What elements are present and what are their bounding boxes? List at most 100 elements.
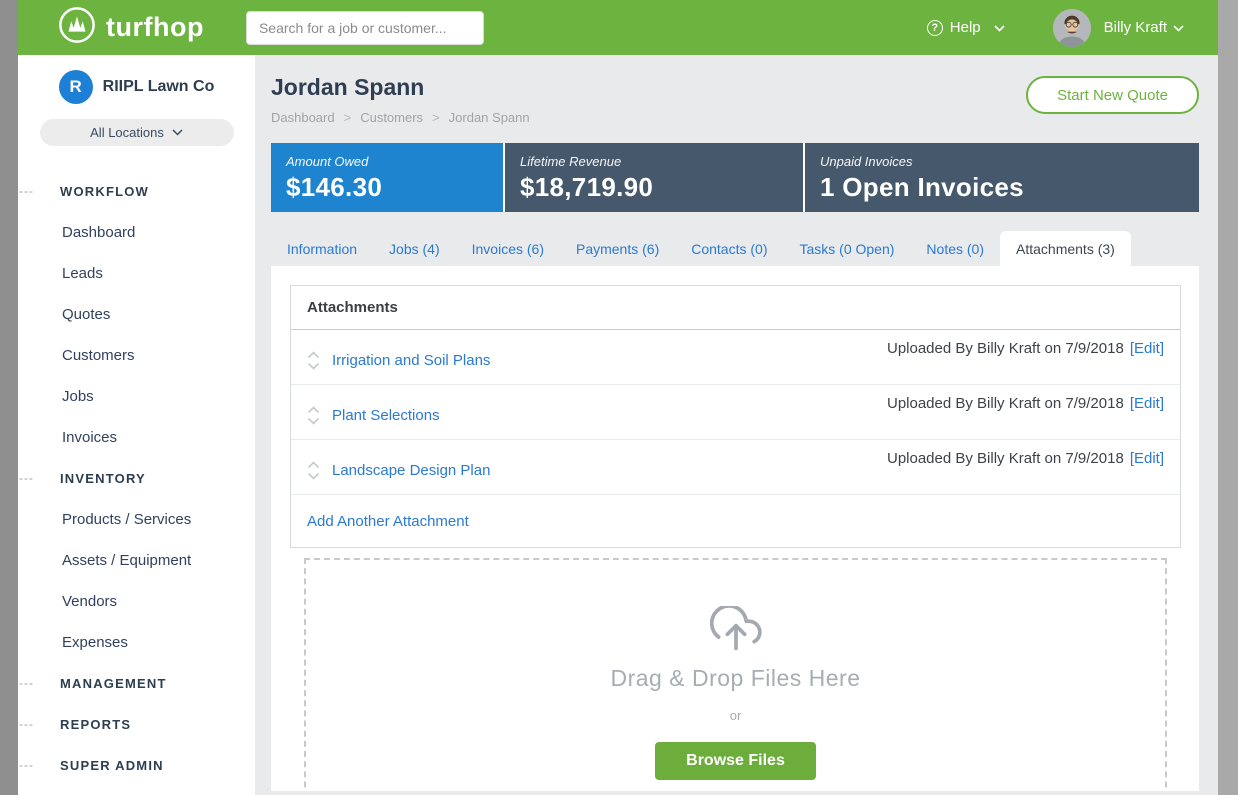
customer-tabs: Information Jobs (4) Invoices (6) Paymen…: [271, 231, 1199, 266]
sidebar-item-vendors[interactable]: Vendors: [18, 581, 255, 622]
start-new-quote-button[interactable]: Start New Quote: [1026, 76, 1199, 114]
section-label: WORKFLOW: [60, 184, 149, 199]
chevron-down-icon[interactable]: [307, 472, 320, 480]
attachment-meta: Uploaded By Billy Kraft on 7/9/2018 [Edit…: [887, 395, 1164, 412]
brand-name: turfhop: [106, 12, 204, 43]
reorder-handles: [307, 406, 320, 425]
chevron-down-icon: [994, 19, 1005, 36]
stat-label: Unpaid Invoices: [820, 154, 1184, 169]
tab-payments[interactable]: Payments (6): [560, 231, 675, 266]
chevron-down-icon: [172, 129, 183, 136]
attachments-box: Attachments Irrigation and Soil Plans Up…: [290, 285, 1181, 548]
sidebar-item-products-services[interactable]: Products / Services: [18, 499, 255, 540]
tab-tasks[interactable]: Tasks (0 Open): [783, 231, 910, 266]
main-content: Jordan Spann Dashboard > Customers > Jor…: [271, 55, 1199, 791]
company-header: R RIIPL Lawn Co: [18, 70, 255, 104]
uploaded-by-text: Uploaded By Billy Kraft on 7/9/2018: [887, 395, 1124, 412]
attachment-row: Plant Selections Uploaded By Billy Kraft…: [291, 385, 1180, 440]
sidebar-nav: --- WORKFLOW Dashboard Leads Quotes Cust…: [18, 171, 255, 786]
chevron-up-icon[interactable]: [307, 406, 320, 414]
section-label: REPORTS: [60, 717, 131, 732]
file-dropzone[interactable]: Drag & Drop Files Here or Browse Files: [304, 558, 1167, 791]
section-label: SUPER ADMIN: [60, 758, 164, 773]
stats-row: Amount Owed $146.30 Lifetime Revenue $18…: [271, 143, 1199, 212]
attachment-row: Landscape Design Plan Uploaded By Billy …: [291, 440, 1180, 495]
attachments-panel: Attachments Irrigation and Soil Plans Up…: [271, 266, 1199, 791]
breadcrumb-current: Jordan Spann: [449, 110, 530, 125]
search-input[interactable]: [246, 11, 484, 45]
sidebar-item-invoices[interactable]: Invoices: [18, 417, 255, 458]
turfhop-grass-icon: [58, 6, 96, 49]
section-dashes: ---: [19, 757, 34, 771]
attachment-link[interactable]: Irrigation and Soil Plans: [332, 352, 490, 369]
stat-value: $146.30: [286, 172, 488, 203]
attachment-link[interactable]: Landscape Design Plan: [332, 462, 490, 479]
section-dashes: ---: [19, 183, 34, 197]
attachment-row: Irrigation and Soil Plans Uploaded By Bi…: [291, 330, 1180, 385]
attachment-meta: Uploaded By Billy Kraft on 7/9/2018 [Edit…: [887, 450, 1164, 467]
breadcrumb-separator: >: [344, 110, 352, 125]
tab-invoices[interactable]: Invoices (6): [456, 231, 560, 266]
attachment-meta: Uploaded By Billy Kraft on 7/9/2018 [Edit…: [887, 340, 1164, 357]
user-menu[interactable]: Billy Kraft: [1104, 19, 1184, 36]
add-attachment-row: Add Another Attachment: [291, 495, 1180, 547]
sidebar: R RIIPL Lawn Co All Locations --- WORKFL…: [18, 55, 255, 795]
nav-section-inventory[interactable]: --- INVENTORY: [18, 458, 255, 499]
stat-value: 1 Open Invoices: [820, 172, 1184, 203]
help-menu[interactable]: ? Help: [927, 19, 1005, 36]
stat-label: Amount Owed: [286, 154, 488, 169]
user-name: Billy Kraft: [1104, 19, 1167, 36]
nav-section-reports[interactable]: --- REPORTS: [18, 704, 255, 745]
sidebar-item-leads[interactable]: Leads: [18, 253, 255, 294]
chevron-up-icon[interactable]: [307, 461, 320, 469]
reorder-handles: [307, 461, 320, 480]
chevron-down-icon: [1173, 19, 1184, 36]
stat-unpaid-invoices: Unpaid Invoices 1 Open Invoices: [805, 143, 1199, 212]
section-dashes: ---: [19, 470, 34, 484]
tab-notes[interactable]: Notes (0): [910, 231, 1000, 266]
location-selector[interactable]: All Locations: [40, 119, 234, 146]
sidebar-item-expenses[interactable]: Expenses: [18, 622, 255, 663]
stat-lifetime-revenue: Lifetime Revenue $18,719.90: [505, 143, 803, 212]
edit-attachment-link[interactable]: [Edit]: [1130, 340, 1164, 357]
page-header: Jordan Spann Dashboard > Customers > Jor…: [271, 55, 1199, 125]
tab-contacts[interactable]: Contacts (0): [675, 231, 783, 266]
sidebar-item-assets-equipment[interactable]: Assets / Equipment: [18, 540, 255, 581]
edit-attachment-link[interactable]: [Edit]: [1130, 450, 1164, 467]
chevron-down-icon[interactable]: [307, 362, 320, 370]
uploaded-by-text: Uploaded By Billy Kraft on 7/9/2018: [887, 450, 1124, 467]
nav-section-super-admin[interactable]: --- SUPER ADMIN: [18, 745, 255, 786]
breadcrumb-customers[interactable]: Customers: [360, 110, 423, 125]
window-left-strip: [0, 0, 18, 795]
avatar[interactable]: [1053, 9, 1091, 47]
tab-information[interactable]: Information: [271, 231, 373, 266]
brand-logo[interactable]: turfhop: [58, 6, 204, 49]
chevron-up-icon[interactable]: [307, 351, 320, 359]
section-label: MANAGEMENT: [60, 676, 167, 691]
attachments-box-title: Attachments: [291, 286, 1180, 330]
sidebar-item-customers[interactable]: Customers: [18, 335, 255, 376]
browse-files-button[interactable]: Browse Files: [655, 742, 816, 780]
company-name: RIIPL Lawn Co: [103, 78, 215, 96]
uploaded-by-text: Uploaded By Billy Kraft on 7/9/2018: [887, 340, 1124, 357]
add-another-attachment-link[interactable]: Add Another Attachment: [307, 513, 469, 530]
nav-section-workflow[interactable]: --- WORKFLOW: [18, 171, 255, 212]
tab-jobs[interactable]: Jobs (4): [373, 231, 456, 266]
chevron-down-icon[interactable]: [307, 417, 320, 425]
breadcrumb-dashboard[interactable]: Dashboard: [271, 110, 335, 125]
sidebar-item-jobs[interactable]: Jobs: [18, 376, 255, 417]
section-label: INVENTORY: [60, 471, 146, 486]
nav-section-management[interactable]: --- MANAGEMENT: [18, 663, 255, 704]
section-dashes: ---: [19, 675, 34, 689]
edit-attachment-link[interactable]: [Edit]: [1130, 395, 1164, 412]
attachment-link[interactable]: Plant Selections: [332, 407, 440, 424]
reorder-handles: [307, 351, 320, 370]
breadcrumb-separator: >: [432, 110, 440, 125]
window-scrollbar[interactable]: [1218, 0, 1238, 795]
sidebar-item-quotes[interactable]: Quotes: [18, 294, 255, 335]
dropzone-or-label: or: [306, 708, 1165, 723]
sidebar-item-dashboard[interactable]: Dashboard: [18, 212, 255, 253]
tab-attachments[interactable]: Attachments (3): [1000, 231, 1131, 266]
help-label: Help: [950, 19, 981, 36]
company-logo: R: [59, 70, 93, 104]
